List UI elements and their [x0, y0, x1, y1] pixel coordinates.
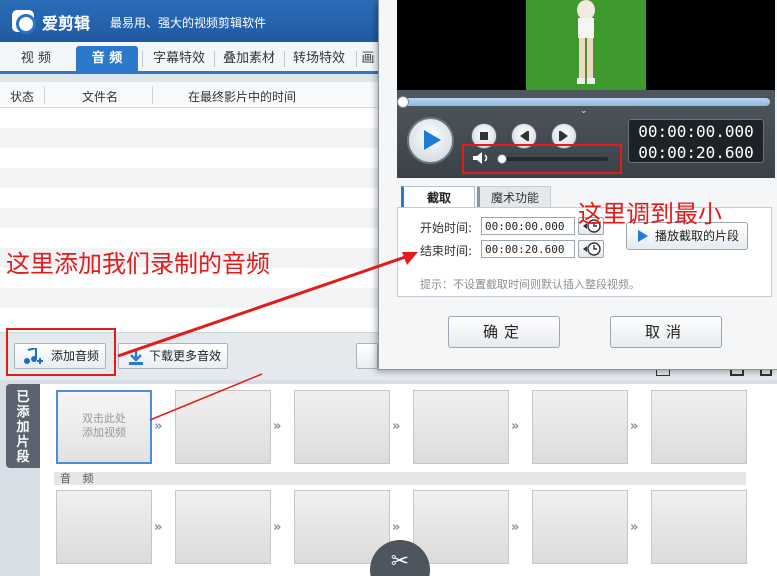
added-clips-label: 已添加片段	[16, 390, 30, 465]
download-more-label: 下载更多音效	[149, 349, 222, 363]
seek-bar[interactable]	[402, 98, 770, 106]
list-row[interactable]	[0, 168, 378, 188]
audio-slot[interactable]	[56, 490, 152, 564]
col-filename[interactable]: 文件名	[82, 88, 118, 105]
audio-track-label: 音 频	[54, 472, 746, 485]
audio-list[interactable]	[0, 108, 378, 332]
clip-slot[interactable]	[532, 390, 628, 464]
end-time-label: 结束时间:	[420, 244, 473, 258]
chevron-right-icon: »	[392, 520, 401, 535]
tab-subtitle-effects[interactable]: 字幕特效	[146, 46, 212, 72]
tab-trim[interactable]: 截取	[401, 186, 475, 208]
title-bar: 爱剪辑 最易用、强大的视频剪辑软件	[0, 0, 378, 42]
chevron-down-icon[interactable]: ⌄	[580, 106, 588, 116]
clip-slot[interactable]	[651, 390, 747, 464]
seek-handle[interactable]	[397, 96, 409, 108]
highlight-add-audio	[6, 328, 116, 376]
play-icon	[638, 230, 648, 242]
chevron-right-icon: »	[511, 520, 520, 535]
chevron-right-icon: »	[630, 520, 639, 535]
time-display: 00:00:00.000 00:00:20.600	[628, 119, 764, 163]
list-row[interactable]	[0, 128, 378, 148]
added-clips-tab[interactable]: 已添加片段	[6, 384, 40, 468]
stop-icon	[480, 132, 488, 140]
audio-slot[interactable]	[175, 490, 271, 564]
audio-list-header: 状态 文件名 在最终影片中的时间	[0, 82, 378, 108]
app-logo-icon	[12, 10, 36, 34]
chevron-right-icon: »	[392, 419, 401, 434]
download-more-sounds-button[interactable]: 下载更多音效	[118, 343, 228, 369]
step-forward-icon	[559, 131, 568, 141]
confirm-button[interactable]: 确定	[448, 316, 560, 348]
tab-audio[interactable]: 音 频	[76, 46, 138, 72]
clip-slot[interactable]	[413, 390, 509, 464]
hint-text: 提示：不设置截取时间则默认插入整段视频。	[420, 278, 640, 291]
add-video-slot[interactable]: 双击此处 添加视频	[56, 390, 152, 464]
app-name: 爱剪辑	[42, 14, 91, 33]
chevron-right-icon: »	[273, 520, 282, 535]
col-time-in-final[interactable]: 在最终影片中的时间	[188, 88, 296, 105]
play-button[interactable]	[407, 117, 454, 164]
total-time: 00:00:20.600	[638, 143, 754, 162]
chevron-right-icon: »	[511, 419, 520, 434]
list-row[interactable]	[0, 208, 378, 228]
step-back-icon	[520, 131, 529, 141]
audio-slot[interactable]	[413, 490, 509, 564]
list-row[interactable]	[0, 288, 378, 308]
clip-slot[interactable]	[175, 390, 271, 464]
chevron-right-icon: »	[154, 520, 163, 535]
audio-slot[interactable]	[651, 490, 747, 564]
clock-icon	[583, 242, 601, 256]
chevron-right-icon: »	[630, 419, 639, 434]
tab-picture[interactable]: 画	[358, 46, 378, 72]
add-video-hint: 双击此处 添加视频	[82, 412, 126, 439]
cancel-button[interactable]: 取消	[610, 316, 722, 348]
highlight-volume	[462, 144, 622, 174]
clip-slot[interactable]	[294, 390, 390, 464]
tab-transition-effects[interactable]: 转场特效	[286, 46, 352, 72]
chevron-right-icon: »	[154, 419, 163, 434]
start-time-input[interactable]	[481, 217, 575, 235]
app-slogan: 最易用、强大的视频剪辑软件	[110, 16, 267, 30]
audio-slot[interactable]	[532, 490, 628, 564]
chevron-right-icon: »	[273, 419, 282, 434]
end-time-input[interactable]	[481, 240, 575, 258]
set-end-time-button[interactable]	[578, 240, 604, 258]
dancer-figure	[577, 0, 595, 84]
play-icon	[424, 130, 441, 150]
col-status[interactable]: 状态	[10, 88, 34, 105]
main-tab-bar: 视 频 音 频 字幕特效 叠加素材 转场特效 画	[0, 42, 378, 74]
partial-toolbar-button[interactable]	[356, 343, 378, 369]
tab-overlay-materials[interactable]: 叠加素材	[216, 46, 282, 72]
tab-video[interactable]: 视 频	[6, 46, 66, 72]
start-time-label: 开始时间:	[420, 221, 473, 235]
annotation-add-audio: 这里添加我们录制的音频	[6, 250, 270, 278]
current-time: 00:00:00.000	[638, 122, 754, 141]
annotation-volume: 这里调到最小	[578, 200, 722, 228]
tab-magic[interactable]: 魔术功能	[477, 186, 551, 208]
download-icon	[127, 348, 145, 374]
